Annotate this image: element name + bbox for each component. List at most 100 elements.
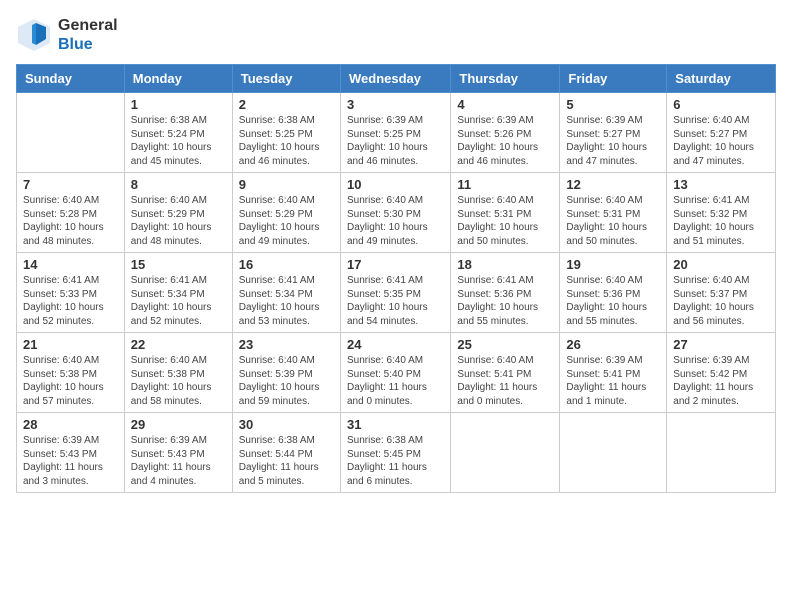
calendar-cell: 8 Sunrise: 6:40 AM Sunset: 5:29 PM Daylig… bbox=[124, 173, 232, 253]
day-info: Sunrise: 6:40 AM Sunset: 5:39 PM Dayligh… bbox=[239, 354, 334, 408]
calendar-cell: 29Sunrise: 6:39 AM Sunset: 5:43 PM Dayli… bbox=[124, 413, 232, 493]
day-number: 18 bbox=[457, 257, 553, 272]
calendar-cell: 4 Sunrise: 6:39 AM Sunset: 5:26 PM Daylig… bbox=[451, 93, 560, 173]
day-header-friday: Friday bbox=[560, 65, 667, 93]
calendar-cell: 11 Sunrise: 6:40 AM Sunset: 5:31 PM Dayli… bbox=[451, 173, 560, 253]
day-number: 26 bbox=[566, 337, 660, 352]
calendar-cell: 18Sunrise: 6:41 AM Sunset: 5:36 PM Dayli… bbox=[451, 253, 560, 333]
logo-icon bbox=[16, 17, 52, 53]
calendar-week-row: 21 Sunrise: 6:40 AM Sunset: 5:38 PM Dayli… bbox=[17, 333, 776, 413]
day-header-thursday: Thursday bbox=[451, 65, 560, 93]
day-info: Sunrise: 6:40 AM Sunset: 5:41 PM Dayligh… bbox=[457, 354, 553, 408]
logo-blue-text: Blue bbox=[58, 35, 118, 54]
day-header-saturday: Saturday bbox=[667, 65, 776, 93]
day-header-sunday: Sunday bbox=[17, 65, 125, 93]
day-number: 19 bbox=[566, 257, 660, 272]
calendar-cell: 9Sunrise: 6:40 AM Sunset: 5:29 PM Daylig… bbox=[232, 173, 340, 253]
day-info: Sunrise: 6:40 AM Sunset: 5:31 PM Dayligh… bbox=[566, 194, 660, 248]
calendar-cell: 23 Sunrise: 6:40 AM Sunset: 5:39 PM Dayli… bbox=[232, 333, 340, 413]
calendar-cell: 30Sunrise: 6:38 AM Sunset: 5:44 PM Dayli… bbox=[232, 413, 340, 493]
day-info: Sunrise: 6:40 AM Sunset: 5:30 PM Dayligh… bbox=[347, 194, 444, 248]
day-header-tuesday: Tuesday bbox=[232, 65, 340, 93]
day-number: 3 bbox=[347, 97, 444, 112]
day-info: Sunrise: 6:40 AM Sunset: 5:40 PM Dayligh… bbox=[347, 354, 444, 408]
calendar-cell: 25 Sunrise: 6:40 AM Sunset: 5:41 PM Dayli… bbox=[451, 333, 560, 413]
day-info: Sunrise: 6:41 AM Sunset: 5:34 PM Dayligh… bbox=[131, 274, 226, 328]
logo-general-text: General bbox=[58, 16, 118, 35]
day-number: 16 bbox=[239, 257, 334, 272]
calendar-cell: 22Sunrise: 6:40 AM Sunset: 5:38 PM Dayli… bbox=[124, 333, 232, 413]
calendar-cell: 27Sunrise: 6:39 AM Sunset: 5:42 PM Dayli… bbox=[667, 333, 776, 413]
day-number: 21 bbox=[23, 337, 118, 352]
day-number: 20 bbox=[673, 257, 769, 272]
calendar-cell: 26 Sunrise: 6:39 AM Sunset: 5:41 PM Dayli… bbox=[560, 333, 667, 413]
calendar-cell: 13 Sunrise: 6:41 AM Sunset: 5:32 PM Dayli… bbox=[667, 173, 776, 253]
day-number: 14 bbox=[23, 257, 118, 272]
day-info: Sunrise: 6:41 AM Sunset: 5:35 PM Dayligh… bbox=[347, 274, 444, 328]
day-info: Sunrise: 6:39 AM Sunset: 5:41 PM Dayligh… bbox=[566, 354, 660, 408]
day-info: Sunrise: 6:38 AM Sunset: 5:24 PM Dayligh… bbox=[131, 114, 226, 168]
calendar-cell bbox=[667, 413, 776, 493]
day-number: 2 bbox=[239, 97, 334, 112]
calendar-week-row: 14 Sunrise: 6:41 AM Sunset: 5:33 PM Dayli… bbox=[17, 253, 776, 333]
day-number: 4 bbox=[457, 97, 553, 112]
calendar-cell: 20 Sunrise: 6:40 AM Sunset: 5:37 PM Dayli… bbox=[667, 253, 776, 333]
day-number: 29 bbox=[131, 417, 226, 432]
day-info: Sunrise: 6:40 AM Sunset: 5:31 PM Dayligh… bbox=[457, 194, 553, 248]
day-header-wednesday: Wednesday bbox=[340, 65, 450, 93]
day-info: Sunrise: 6:40 AM Sunset: 5:38 PM Dayligh… bbox=[23, 354, 118, 408]
day-number: 10 bbox=[347, 177, 444, 192]
calendar-week-row: 7 Sunrise: 6:40 AM Sunset: 5:28 PM Daylig… bbox=[17, 173, 776, 253]
calendar-cell: 10 Sunrise: 6:40 AM Sunset: 5:30 PM Dayli… bbox=[340, 173, 450, 253]
day-info: Sunrise: 6:40 AM Sunset: 5:28 PM Dayligh… bbox=[23, 194, 118, 248]
day-info: Sunrise: 6:39 AM Sunset: 5:26 PM Dayligh… bbox=[457, 114, 553, 168]
calendar-cell bbox=[560, 413, 667, 493]
day-info: Sunrise: 6:39 AM Sunset: 5:25 PM Dayligh… bbox=[347, 114, 444, 168]
calendar-cell: 1Sunrise: 6:38 AM Sunset: 5:24 PM Daylig… bbox=[124, 93, 232, 173]
calendar-cell: 12 Sunrise: 6:40 AM Sunset: 5:31 PM Dayli… bbox=[560, 173, 667, 253]
day-info: Sunrise: 6:41 AM Sunset: 5:32 PM Dayligh… bbox=[673, 194, 769, 248]
calendar-table: SundayMondayTuesdayWednesdayThursdayFrid… bbox=[16, 64, 776, 493]
calendar-cell: 2Sunrise: 6:38 AM Sunset: 5:25 PM Daylig… bbox=[232, 93, 340, 173]
day-number: 9 bbox=[239, 177, 334, 192]
calendar-cell: 3 Sunrise: 6:39 AM Sunset: 5:25 PM Daylig… bbox=[340, 93, 450, 173]
day-number: 8 bbox=[131, 177, 226, 192]
page-header: General Blue bbox=[16, 16, 776, 54]
day-info: Sunrise: 6:38 AM Sunset: 5:45 PM Dayligh… bbox=[347, 434, 444, 488]
day-info: Sunrise: 6:39 AM Sunset: 5:43 PM Dayligh… bbox=[23, 434, 118, 488]
calendar-week-row: 1Sunrise: 6:38 AM Sunset: 5:24 PM Daylig… bbox=[17, 93, 776, 173]
day-number: 12 bbox=[566, 177, 660, 192]
day-number: 28 bbox=[23, 417, 118, 432]
day-number: 5 bbox=[566, 97, 660, 112]
day-number: 17 bbox=[347, 257, 444, 272]
day-info: Sunrise: 6:41 AM Sunset: 5:33 PM Dayligh… bbox=[23, 274, 118, 328]
day-info: Sunrise: 6:40 AM Sunset: 5:37 PM Dayligh… bbox=[673, 274, 769, 328]
calendar-cell: 17 Sunrise: 6:41 AM Sunset: 5:35 PM Dayli… bbox=[340, 253, 450, 333]
day-number: 24 bbox=[347, 337, 444, 352]
calendar-cell: 28 Sunrise: 6:39 AM Sunset: 5:43 PM Dayli… bbox=[17, 413, 125, 493]
calendar-cell: 24 Sunrise: 6:40 AM Sunset: 5:40 PM Dayli… bbox=[340, 333, 450, 413]
day-info: Sunrise: 6:41 AM Sunset: 5:34 PM Dayligh… bbox=[239, 274, 334, 328]
day-number: 11 bbox=[457, 177, 553, 192]
day-info: Sunrise: 6:40 AM Sunset: 5:36 PM Dayligh… bbox=[566, 274, 660, 328]
logo: General Blue bbox=[16, 16, 118, 54]
calendar-header-row: SundayMondayTuesdayWednesdayThursdayFrid… bbox=[17, 65, 776, 93]
calendar-cell bbox=[451, 413, 560, 493]
day-number: 23 bbox=[239, 337, 334, 352]
day-info: Sunrise: 6:40 AM Sunset: 5:29 PM Dayligh… bbox=[131, 194, 226, 248]
day-number: 13 bbox=[673, 177, 769, 192]
day-info: Sunrise: 6:39 AM Sunset: 5:42 PM Dayligh… bbox=[673, 354, 769, 408]
calendar-cell: 15Sunrise: 6:41 AM Sunset: 5:34 PM Dayli… bbox=[124, 253, 232, 333]
calendar-cell bbox=[17, 93, 125, 173]
day-number: 6 bbox=[673, 97, 769, 112]
calendar-cell: 21 Sunrise: 6:40 AM Sunset: 5:38 PM Dayli… bbox=[17, 333, 125, 413]
day-info: Sunrise: 6:40 AM Sunset: 5:38 PM Dayligh… bbox=[131, 354, 226, 408]
day-number: 7 bbox=[23, 177, 118, 192]
calendar-week-row: 28 Sunrise: 6:39 AM Sunset: 5:43 PM Dayli… bbox=[17, 413, 776, 493]
calendar-cell: 31Sunrise: 6:38 AM Sunset: 5:45 PM Dayli… bbox=[340, 413, 450, 493]
calendar-cell: 6Sunrise: 6:40 AM Sunset: 5:27 PM Daylig… bbox=[667, 93, 776, 173]
day-header-monday: Monday bbox=[124, 65, 232, 93]
day-info: Sunrise: 6:39 AM Sunset: 5:27 PM Dayligh… bbox=[566, 114, 660, 168]
day-number: 25 bbox=[457, 337, 553, 352]
calendar-cell: 5 Sunrise: 6:39 AM Sunset: 5:27 PM Daylig… bbox=[560, 93, 667, 173]
